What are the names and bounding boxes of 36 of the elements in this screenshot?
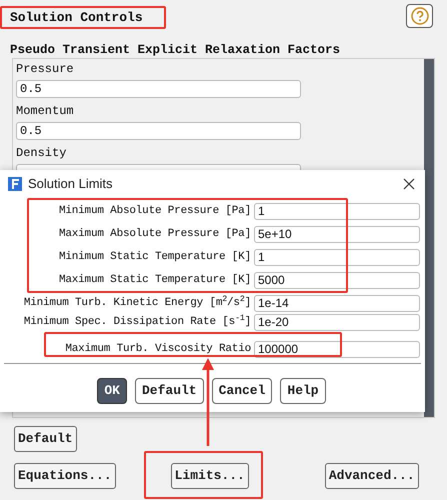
limits-button[interactable]: Limits... — [170, 463, 249, 489]
limit-label: Maximum Turb. Viscosity Ratio — [64, 342, 251, 357]
limit-label: Minimum Absolute Pressure [Pa] — [58, 204, 251, 220]
limit-label: Maximum Static Temperature [K] — [58, 273, 251, 288]
close-icon — [403, 178, 415, 190]
factor-field[interactable]: 0.5 — [16, 80, 301, 98]
factor-field[interactable]: 0.5 — [16, 122, 301, 140]
limit-field[interactable]: 1e-20 — [254, 314, 420, 331]
limit-field[interactable]: 1 — [254, 203, 420, 220]
limit-label: Minimum Spec. Dissipation Rate [s$^{-1}$] — [22, 314, 251, 330]
section-title: Pseudo Transient Explicit Relaxation Factors — [9, 42, 342, 58]
limit-label: Minimum Static Temperature [K] — [58, 250, 251, 266]
factor-label: Pressure — [16, 61, 75, 77]
help-button[interactable] — [406, 4, 433, 28]
limit-field[interactable]: 5e+10 — [254, 226, 420, 243]
limit-field[interactable]: 100000 — [254, 340, 420, 358]
limit-field[interactable]: 1e-14 — [254, 295, 420, 312]
factor-label: Momentum — [16, 103, 75, 119]
dialog-title: Solution Limits — [28, 175, 113, 194]
default-button[interactable]: Default — [14, 426, 77, 452]
dialog-button[interactable]: OK — [97, 378, 127, 404]
advanced-button[interactable]: Advanced... — [324, 463, 419, 489]
limit-label: Maximum Absolute Pressure [Pa] — [58, 227, 251, 242]
help-icon — [410, 7, 428, 25]
scrollbar[interactable] — [424, 59, 434, 417]
limit-field[interactable]: 1 — [254, 249, 420, 266]
limit-label: Minimum Turb. Kinetic Energy [m$^{2}$/s$^{2}$] — [22, 295, 251, 312]
close-button[interactable] — [401, 176, 417, 192]
factor-label: Density — [16, 145, 68, 161]
dialog-button[interactable]: Default — [134, 378, 204, 404]
limit-field[interactable]: 5000 — [254, 272, 420, 289]
app-icon — [8, 177, 22, 191]
panel-title: Solution Controls — [10, 8, 143, 27]
dialog-button[interactable]: Cancel — [212, 378, 272, 404]
dialog-button[interactable]: Help — [280, 378, 326, 404]
equations-button[interactable]: Equations... — [14, 463, 116, 489]
